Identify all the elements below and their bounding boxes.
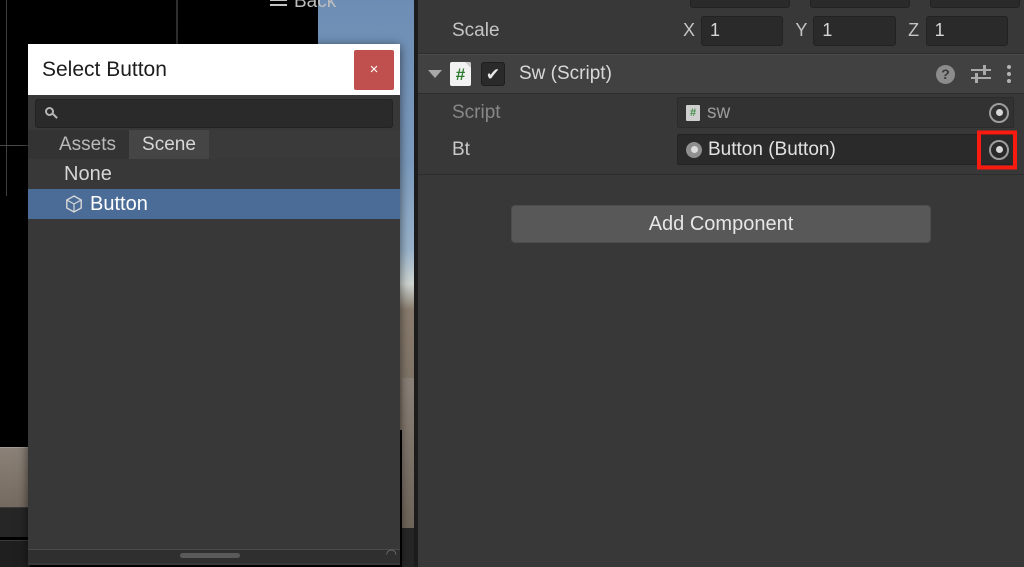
app-root: Back Scale X 1 Y 1 Z 1 # ✔ Sw (Script) ?… bbox=[0, 0, 1024, 567]
list-item-none[interactable]: None bbox=[28, 159, 400, 189]
bt-object-value: Button (Button) bbox=[708, 138, 836, 160]
script-asset-icon bbox=[686, 104, 700, 121]
list-item-button[interactable]: Button bbox=[28, 189, 400, 219]
scale-y-input[interactable]: 1 bbox=[813, 15, 896, 46]
add-component-container: Add Component bbox=[418, 175, 1024, 243]
component-toolbar: ? bbox=[936, 64, 1012, 84]
bt-object-field[interactable]: Button (Button) bbox=[677, 130, 1017, 169]
close-icon[interactable]: × bbox=[354, 49, 394, 90]
back-button[interactable]: Back bbox=[270, 0, 336, 13]
dialog-search-container bbox=[28, 95, 400, 130]
scene-guide-line-a bbox=[6, 0, 7, 196]
component-enabled-checkbox[interactable]: ✔ bbox=[481, 62, 505, 86]
add-component-button[interactable]: Add Component bbox=[511, 205, 931, 243]
scale-axis-x-label: X bbox=[682, 20, 695, 40]
tab-assets[interactable]: Assets bbox=[46, 130, 130, 159]
foldout-triangle-icon[interactable] bbox=[428, 70, 442, 78]
property-row-script: Script sw bbox=[418, 94, 1024, 131]
scene-block-a bbox=[0, 507, 30, 537]
search-icon bbox=[45, 107, 58, 120]
transform-row-clipped bbox=[418, 0, 1024, 8]
list-item-label: Button bbox=[90, 192, 148, 215]
dialog-titlebar[interactable]: Select Button × bbox=[28, 44, 400, 95]
csharp-script-icon: # bbox=[450, 62, 471, 86]
script-object-picker-button[interactable] bbox=[989, 102, 1009, 123]
scale-x-input[interactable]: 1 bbox=[701, 15, 784, 46]
dialog-horizontal-scrollbar[interactable]: ◠ bbox=[28, 546, 400, 563]
back-label: Back bbox=[294, 0, 337, 12]
property-label-script: Script bbox=[452, 101, 501, 123]
clipped-field-z[interactable] bbox=[930, 0, 1020, 8]
dialog-tabs: Assets Scene bbox=[28, 130, 400, 159]
component-header-sw-script[interactable]: # ✔ Sw (Script) ? bbox=[418, 54, 1024, 94]
scene-guide-line-c bbox=[0, 145, 30, 146]
scale-label: Scale bbox=[452, 19, 500, 41]
cube-icon bbox=[64, 194, 84, 214]
preset-icon[interactable] bbox=[971, 65, 991, 83]
scale-axis-y-label: Y bbox=[795, 20, 808, 40]
hamburger-icon bbox=[270, 0, 287, 8]
list-item-label: None bbox=[64, 162, 112, 185]
dialog-search-box[interactable] bbox=[35, 99, 393, 128]
tabs-filler bbox=[208, 130, 400, 159]
scale-z-input[interactable]: 1 bbox=[925, 15, 1008, 46]
transform-scale-row: Scale X 1 Y 1 Z 1 bbox=[418, 8, 1024, 54]
scale-vector3: X 1 Y 1 Z 1 bbox=[677, 15, 1014, 46]
search-input[interactable] bbox=[64, 105, 392, 122]
help-icon[interactable]: ? bbox=[936, 64, 955, 84]
object-reference-icon bbox=[686, 141, 702, 158]
scrollbar-thumb[interactable] bbox=[180, 553, 240, 558]
inspector-panel: Scale X 1 Y 1 Z 1 # ✔ Sw (Script) ? Scri… bbox=[418, 0, 1024, 567]
scene-ground-left bbox=[0, 447, 30, 507]
script-object-value: sw bbox=[707, 101, 731, 123]
scene-block-b bbox=[0, 540, 30, 567]
dialog-title: Select Button bbox=[42, 57, 167, 81]
object-picker-dialog: Select Button × Assets Scene None Button… bbox=[28, 44, 400, 565]
tab-scene[interactable]: Scene bbox=[129, 130, 209, 159]
resize-grip-icon[interactable]: ◠ bbox=[386, 546, 397, 562]
property-label-bt: Bt bbox=[452, 138, 470, 160]
property-row-bt: Bt Button (Button) bbox=[418, 130, 1024, 169]
dialog-result-list: None Button ◠ bbox=[28, 159, 400, 563]
component-title: Sw (Script) bbox=[519, 63, 612, 84]
clipped-field-x[interactable] bbox=[690, 0, 790, 8]
clipped-field-y[interactable] bbox=[810, 0, 910, 8]
scale-axis-z-label: Z bbox=[908, 20, 920, 40]
kebab-menu-icon[interactable] bbox=[1007, 64, 1012, 84]
bt-object-picker-button[interactable] bbox=[989, 139, 1009, 160]
script-object-field: sw bbox=[677, 97, 1014, 128]
